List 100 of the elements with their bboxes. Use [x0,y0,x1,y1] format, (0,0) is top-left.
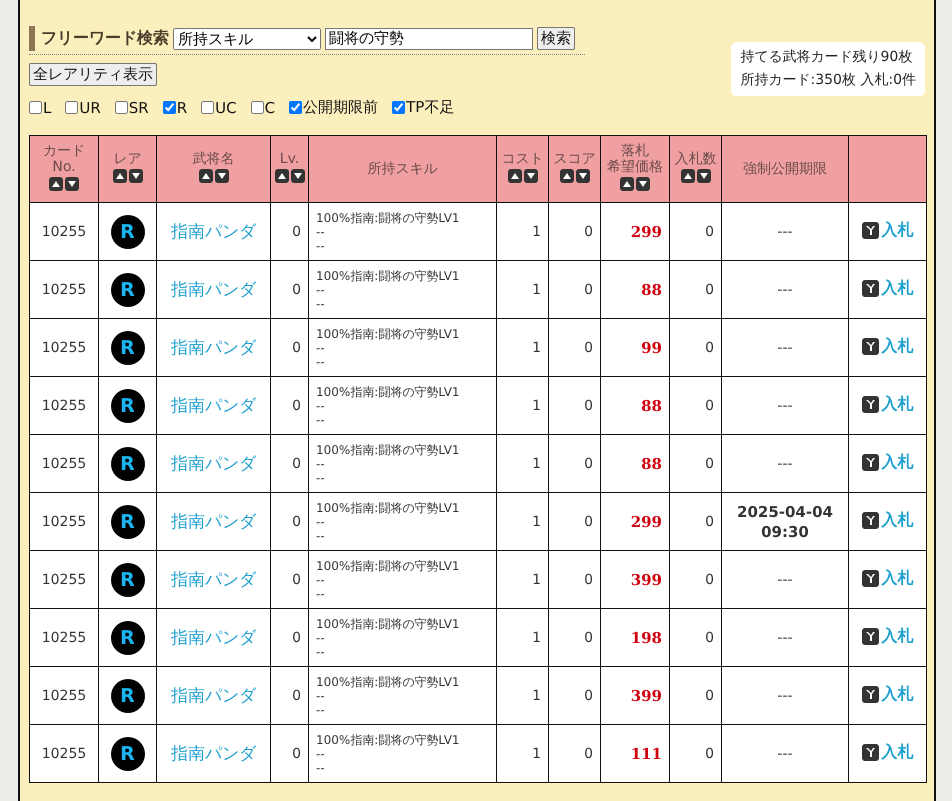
deadline-text: --- [776,222,794,242]
skill-text: -- [316,528,326,542]
sort-up-icon[interactable] [198,169,212,183]
table-cell: 0 [548,724,600,782]
deadline-text: --- [776,744,794,764]
deadline-text: --- [776,454,794,474]
table-cell: 10255 [30,550,98,608]
table-cell: 0 [670,376,722,434]
table-cell: 0 [548,318,600,376]
table-cell: 0 [270,724,308,782]
sort-up-icon[interactable] [560,169,574,183]
table-cell: 0 [548,550,600,608]
table-cell: 0 [548,608,600,666]
skill-text: 100%指南:闘将の守勢LV1 [316,442,461,456]
column-header: スコア [552,151,596,167]
sort-up-icon[interactable] [508,169,522,183]
table-cell: 1 [496,492,548,550]
skill-text: 100%指南:闘将の守勢LV1 [316,674,461,688]
table-cell: 0 [548,260,600,318]
filter-checkbox[interactable] [65,101,78,114]
sort-down-icon[interactable] [696,169,710,183]
filter-checkbox[interactable] [114,101,128,114]
sort-down-icon[interactable] [65,177,79,191]
sort-down-icon[interactable] [636,177,650,191]
table-cell: 0 [670,260,722,318]
search-field-select[interactable]: 所持スキル [173,28,321,50]
column-header: コスト [500,151,544,167]
sort-up-icon[interactable] [680,169,694,183]
sort-buttons[interactable] [620,177,650,191]
filter-checkbox[interactable] [29,101,42,114]
fork-icon [862,280,878,297]
sort-buttons[interactable] [560,169,590,183]
rarity-badge: R [110,678,144,712]
sort-down-icon[interactable] [524,169,538,183]
rarity-badge: R [110,446,144,480]
fork-icon [862,628,878,645]
sort-down-icon[interactable] [576,169,590,183]
skill-text: 100%指南:闘将の守勢LV1 [316,500,461,514]
table-cell: 1 [496,550,548,608]
filter-label: SR [128,98,149,116]
sort-buttons[interactable] [49,177,79,191]
table-cell: 1 [496,724,548,782]
table-cell: 0 [270,550,308,608]
table-cell: 0 [548,434,600,492]
filter-label: L [43,98,52,116]
deadline-text: --- [776,686,794,706]
skill-text: -- [316,572,326,586]
table-cell: 1 [496,666,548,724]
sort-up-icon[interactable] [112,169,126,183]
sort-down-icon[interactable] [128,169,142,183]
sort-buttons[interactable] [508,169,538,183]
filter-checkbox[interactable] [250,101,264,114]
table-cell: 0 [548,666,600,724]
filter-label: 公開期限前 [303,98,378,117]
sort-down-icon[interactable] [214,169,228,183]
show-all-rarity-button[interactable]: 全レアリティ表示 [29,63,157,86]
table-cell: 0 [270,318,308,376]
skill-text: -- [316,282,326,296]
sort-down-icon[interactable] [290,169,304,183]
fork-icon [862,512,878,529]
sort-up-icon[interactable] [274,169,288,183]
sort-buttons[interactable] [198,169,228,183]
sort-buttons[interactable] [680,169,710,183]
price-text: 111 [630,744,662,762]
fork-icon [862,338,878,355]
column-header: 武将名 [192,151,236,167]
filter-checkbox[interactable] [289,101,302,114]
price-text: 399 [630,686,662,704]
filter-label: UR [79,98,101,116]
sort-buttons[interactable] [112,169,142,183]
filter-checkbox[interactable] [392,101,406,114]
deadline-text: --- [776,338,794,358]
table-cell: 10255 [30,666,98,724]
sort-up-icon[interactable] [620,177,634,191]
price-text: 198 [630,628,662,646]
sort-buttons[interactable] [274,169,304,183]
sort-up-icon[interactable] [49,177,63,191]
column-header: 落札 希望価格 [606,143,664,175]
table-cell: 0 [670,492,722,550]
filter-checkbox[interactable] [162,101,176,114]
price-text: 299 [630,512,662,530]
filter-label: TP不足 [406,98,454,117]
table-cell: 1 [496,434,548,492]
table-cell: 10255 [30,724,98,782]
table-cell: 0 [548,492,600,550]
filter-label: C [264,98,276,116]
skill-text: -- [316,586,326,600]
table-cell: 10255 [30,608,98,666]
column-header: 入札数 [674,151,718,167]
filter-checkbox[interactable] [201,101,214,114]
rarity-badge: R [110,330,144,364]
search-input[interactable]: 闘将の守勢 [325,28,533,50]
deadline-text: --- [776,396,794,416]
skill-text: -- [316,688,326,702]
search-button[interactable]: 検索 [537,27,575,50]
rarity-badge: R [110,562,144,596]
table-cell: 0 [270,666,308,724]
price-text: 99 [641,338,662,356]
price-text: 299 [630,222,662,240]
info-text: 持てる武将カード残り90枚 [740,48,914,67]
